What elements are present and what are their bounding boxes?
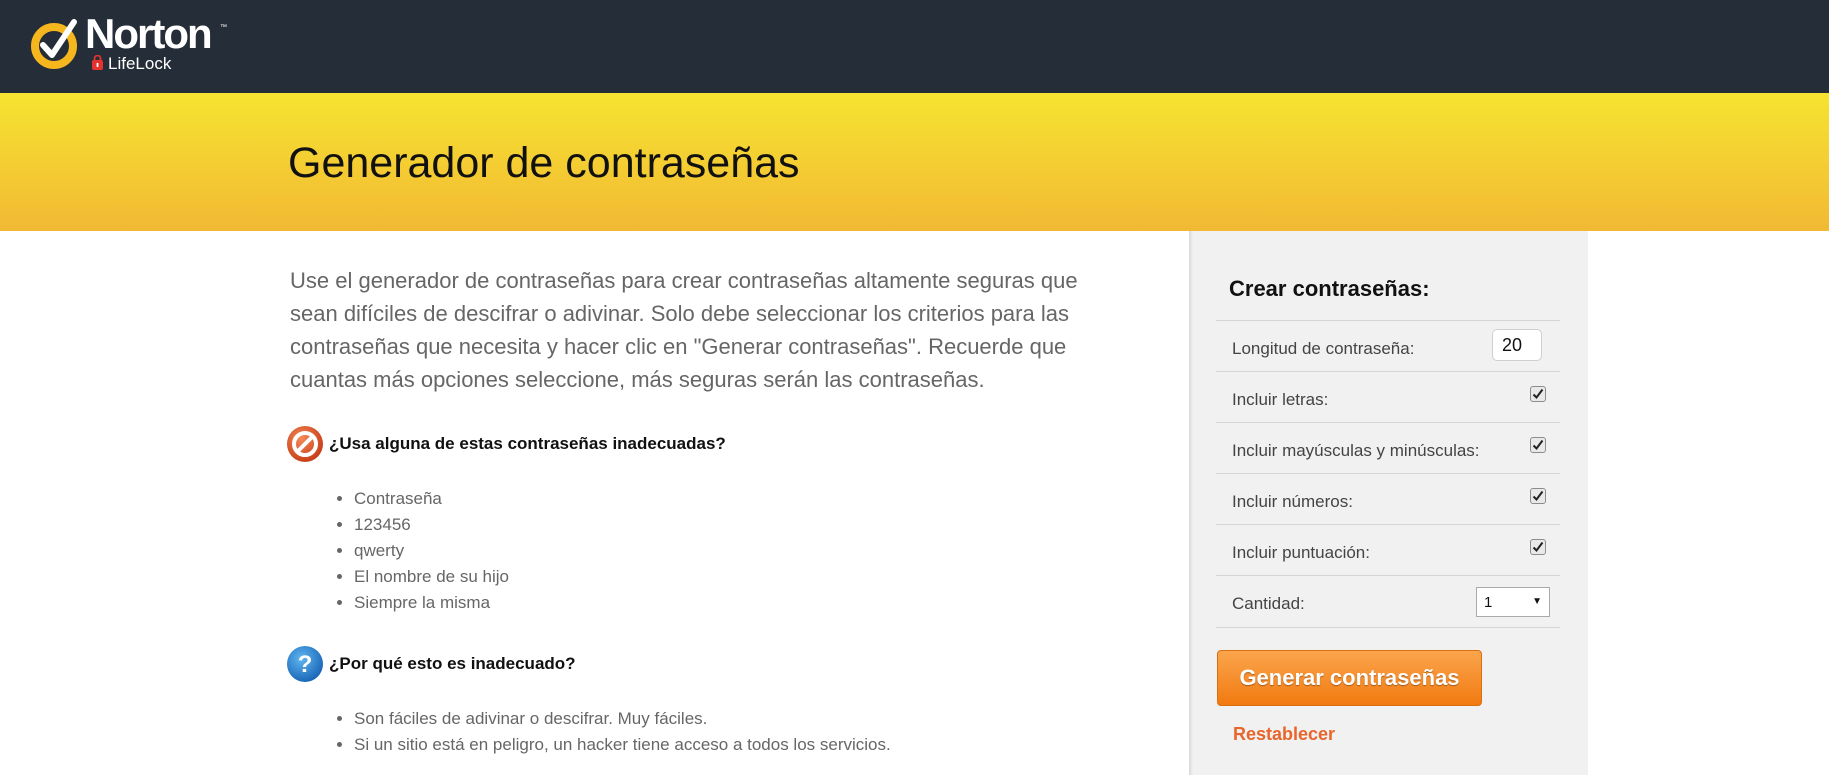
page-title: Generador de contraseñas — [288, 139, 800, 187]
dropdown-arrow-icon: ▼ — [1532, 596, 1542, 607]
option-label: Incluir números: — [1232, 492, 1353, 511]
checkmark-icon — [1532, 439, 1544, 451]
checkmark-icon — [1532, 490, 1544, 502]
option-row-letters: Incluir letras: — [1216, 371, 1560, 423]
length-row: Longitud de contraseña: — [1216, 320, 1560, 372]
logo-lifelock-text: LifeLock — [108, 54, 172, 73]
checkmark-icon — [1532, 388, 1544, 400]
option-row-punctuation: Incluir puntuación: — [1216, 524, 1560, 576]
option-row-mixed-case: Incluir mayúsculas y minúsculas: — [1216, 422, 1560, 474]
option-label: Incluir mayúsculas y minúsculas: — [1232, 441, 1480, 460]
generate-passwords-button[interactable]: Generar contraseñas — [1217, 650, 1482, 706]
mixed-case-checkbox[interactable] — [1530, 437, 1546, 453]
checkmark-icon — [1532, 541, 1544, 553]
lifelock-lock-icon — [92, 55, 103, 70]
norton-lifelock-logo[interactable]: Norton ™ LifeLock — [30, 10, 240, 76]
list-item: Si un sitio está en peligro, un hacker t… — [354, 732, 891, 758]
bad-passwords-title: ¿Usa alguna de estas contraseñas inadecu… — [329, 434, 726, 453]
length-input[interactable] — [1492, 329, 1542, 361]
question-icon: ? — [287, 646, 323, 682]
why-bad-title: ¿Por qué esto es inadecuado? — [329, 654, 576, 673]
option-label: Incluir letras: — [1232, 390, 1329, 409]
norton-check-icon — [31, 19, 77, 69]
option-row-numbers: Incluir números: — [1216, 473, 1560, 525]
svg-text:?: ? — [298, 651, 313, 678]
list-item: 123456 — [354, 512, 509, 538]
quantity-row: Cantidad: 1 ▼ — [1216, 575, 1560, 628]
top-header: Norton ™ LifeLock — [0, 0, 1829, 93]
length-label: Longitud de contraseña: — [1232, 339, 1415, 358]
option-label: Incluir puntuación: — [1232, 543, 1370, 562]
logo-norton-text: Norton — [85, 10, 213, 57]
bad-passwords-list: Contraseña 123456 qwerty El nombre de su… — [330, 486, 509, 616]
why-bad-list: Son fáciles de adivinar o descifrar. Muy… — [330, 706, 891, 758]
why-bad-heading: ? ¿Por qué esto es inadecuado? — [286, 645, 846, 685]
quantity-label: Cantidad: — [1232, 594, 1305, 613]
list-item: Son fáciles de adivinar o descifrar. Muy… — [354, 706, 891, 732]
title-banner — [0, 93, 1829, 231]
panel-shadow — [1189, 231, 1193, 775]
quantity-select[interactable]: 1 ▼ — [1476, 587, 1550, 617]
letters-checkbox[interactable] — [1530, 386, 1546, 402]
list-item: Contraseña — [354, 486, 509, 512]
intro-paragraph: Use el generador de contraseñas para cre… — [290, 268, 1078, 392]
logo-trademark: ™ — [220, 24, 227, 31]
bad-passwords-heading: ¿Usa alguna de estas contraseñas inadecu… — [286, 425, 846, 465]
reset-link[interactable]: Restablecer — [1233, 724, 1335, 745]
panel-title: Crear contraseñas: — [1229, 276, 1430, 301]
prohibited-icon — [287, 426, 323, 462]
numbers-checkbox[interactable] — [1530, 488, 1546, 504]
quantity-value: 1 — [1484, 594, 1493, 611]
punctuation-checkbox[interactable] — [1530, 539, 1546, 555]
list-item: qwerty — [354, 538, 509, 564]
list-item: El nombre de su hijo — [354, 564, 509, 590]
list-item: Siempre la misma — [354, 590, 509, 616]
